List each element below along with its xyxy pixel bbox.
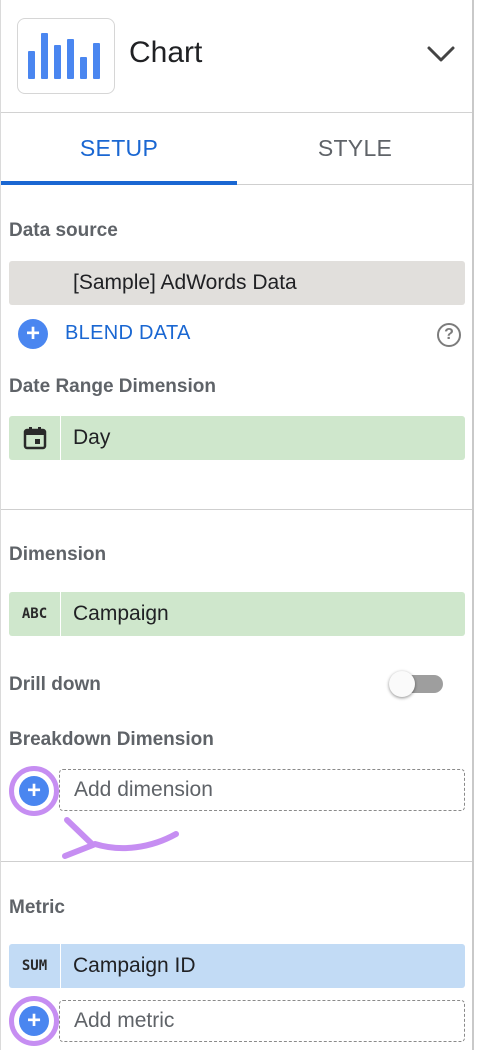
add-metric-field[interactable]: Add metric bbox=[59, 1000, 465, 1042]
text-type-icon: ABC bbox=[9, 592, 61, 636]
data-source-label: Data source bbox=[9, 220, 118, 241]
sum-type-icon: SUM bbox=[9, 944, 61, 988]
breakdown-dimension-label: Breakdown Dimension bbox=[9, 729, 214, 750]
date-range-field[interactable]: Day bbox=[9, 416, 465, 460]
annotation-arrow bbox=[62, 817, 179, 859]
chart-title: Chart bbox=[129, 36, 203, 69]
properties-panel: Chart SETUP STYLE Data source [Sample] A… bbox=[0, 0, 474, 1050]
add-metric-icon[interactable]: + bbox=[19, 1006, 49, 1036]
section-divider bbox=[1, 861, 472, 862]
calendar-icon bbox=[9, 416, 61, 460]
tab-setup[interactable]: SETUP bbox=[1, 112, 237, 184]
panel-header: Chart bbox=[1, 0, 472, 113]
add-circle-icon[interactable]: + bbox=[18, 319, 48, 349]
drill-down-toggle[interactable] bbox=[389, 671, 443, 697]
date-range-label: Date Range Dimension bbox=[9, 376, 216, 397]
dimension-label: Dimension bbox=[9, 544, 107, 565]
bar-chart-icon bbox=[17, 18, 115, 94]
data-source-field[interactable]: [Sample] AdWords Data bbox=[9, 261, 465, 305]
active-tab-indicator bbox=[1, 181, 237, 185]
dimension-field[interactable]: ABC Campaign bbox=[9, 592, 465, 636]
add-dimension-icon[interactable]: + bbox=[19, 776, 49, 806]
add-dimension-field[interactable]: Add dimension bbox=[59, 769, 465, 811]
chevron-down-icon[interactable] bbox=[426, 42, 456, 66]
blend-data-button[interactable]: BLEND DATA bbox=[65, 322, 191, 345]
section-divider bbox=[1, 509, 472, 510]
metric-label: Metric bbox=[9, 897, 65, 918]
drill-down-label: Drill down bbox=[9, 674, 101, 695]
data-source-value: [Sample] AdWords Data bbox=[73, 271, 297, 294]
tab-style[interactable]: STYLE bbox=[237, 112, 473, 184]
metric-value: Campaign ID bbox=[73, 954, 196, 977]
metric-field[interactable]: SUM Campaign ID bbox=[9, 944, 465, 988]
dimension-value: Campaign bbox=[73, 602, 169, 625]
date-range-value: Day bbox=[73, 426, 111, 449]
help-icon[interactable]: ? bbox=[437, 323, 461, 347]
tab-bar: SETUP STYLE bbox=[1, 112, 472, 185]
